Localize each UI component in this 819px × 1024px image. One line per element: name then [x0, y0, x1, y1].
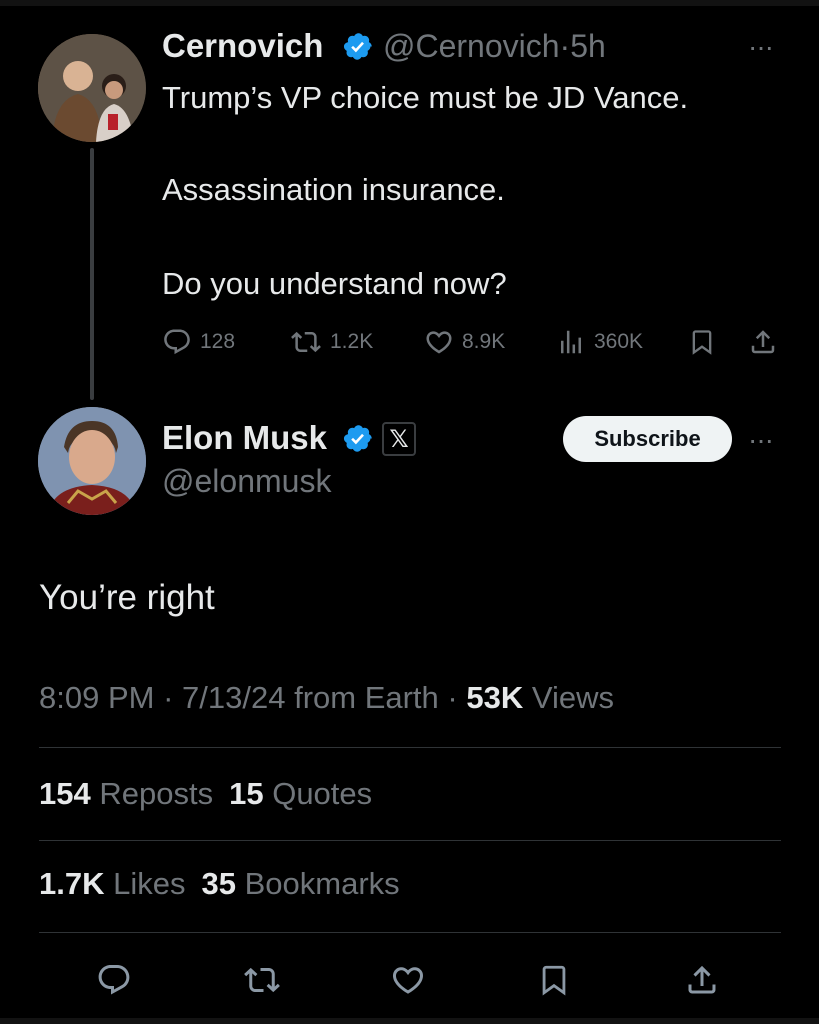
thread-connector: [90, 148, 94, 400]
meta-separator: ·: [154, 680, 183, 715]
likes-label: Likes: [113, 866, 186, 901]
bookmarks-count: 35: [201, 866, 236, 901]
tweet-time[interactable]: 8:09 PM: [39, 680, 154, 715]
cernovich-avatar[interactable]: [38, 34, 146, 142]
tweet-date[interactable]: 7/13/24: [182, 680, 285, 715]
likes-stat[interactable]: 1.7K Likes: [39, 866, 185, 901]
bookmark-icon: [542, 965, 566, 996]
main-author-handle[interactable]: @elonmusk: [162, 463, 331, 500]
views-icon: [561, 330, 581, 354]
parent-author-handle[interactable]: @Cernovich·5h: [383, 28, 606, 65]
parent-share-button[interactable]: [748, 327, 778, 357]
reply-icon: [164, 329, 190, 355]
heart-icon: [426, 331, 452, 354]
share-icon: [688, 965, 716, 994]
quotes-count: 15: [229, 776, 264, 811]
parent-repost-count: 1.2K: [330, 330, 374, 353]
main-more-options-icon[interactable]: ···: [748, 426, 774, 454]
tweet-views-count: 53K: [466, 680, 524, 715]
reposts-quotes-row: 154 Reposts 15 Quotes: [39, 776, 372, 812]
parent-like-button[interactable]: 8.9K: [424, 327, 505, 357]
divider: [39, 747, 781, 748]
main-author-name[interactable]: Elon Musk: [162, 419, 327, 457]
quotes-label: Quotes: [272, 776, 373, 811]
like-button[interactable]: [386, 958, 430, 1002]
top-edge: [0, 0, 819, 6]
likes-bookmarks-row: 1.7K Likes 35 Bookmarks: [39, 866, 400, 902]
parent-more-options-icon[interactable]: ···: [748, 33, 774, 61]
verified-badge-icon: [343, 425, 372, 452]
parent-bookmark-button[interactable]: [688, 327, 716, 357]
tweet-meta-line: 8:09 PM · 7/13/24 from Earth · 53K Views: [39, 680, 614, 716]
repost-icon: [244, 967, 280, 993]
meta-separator: ·: [438, 680, 467, 715]
repost-button[interactable]: [240, 958, 284, 1002]
reply-icon: [98, 965, 130, 995]
tweet-source: from Earth: [294, 680, 439, 715]
parent-handle-text[interactable]: @Cernovich: [383, 28, 560, 64]
parent-reply-count: 128: [200, 330, 236, 353]
quotes-stat[interactable]: 15 Quotes: [229, 776, 372, 811]
parent-timestamp[interactable]: 5h: [570, 28, 606, 64]
parent-views-count: 360K: [594, 330, 644, 353]
divider: [39, 840, 781, 841]
subscribe-button[interactable]: Subscribe: [563, 416, 732, 462]
repost-icon: [291, 331, 321, 353]
verified-badge-icon: [343, 33, 372, 60]
reply-button[interactable]: [92, 958, 136, 1002]
reposts-count: 154: [39, 776, 91, 811]
heart-icon: [392, 967, 424, 994]
parent-views-button[interactable]: 360K: [556, 327, 643, 357]
reposts-label: Reposts: [99, 776, 214, 811]
parent-author-name[interactable]: Cernovich: [162, 27, 323, 65]
tweet-views-label: Views: [531, 680, 614, 715]
parent-text-line-2: Assassination insurance.: [162, 172, 505, 207]
bookmark-icon: [692, 330, 712, 355]
bookmarks-label: Bookmarks: [244, 866, 400, 901]
parent-repost-button[interactable]: 1.2K: [290, 327, 373, 357]
parent-like-count: 8.9K: [462, 330, 506, 353]
parent-text-line-1: Trump’s VP choice must be JD Vance.: [162, 80, 689, 115]
parent-reply-button[interactable]: 128: [162, 327, 235, 357]
likes-count: 1.7K: [39, 866, 105, 901]
bookmark-button[interactable]: [532, 958, 576, 1002]
elon-musk-avatar[interactable]: [38, 407, 146, 515]
divider: [39, 932, 781, 933]
bookmarks-stat[interactable]: 35 Bookmarks: [201, 866, 399, 901]
handle-separator: ·: [559, 28, 571, 64]
share-button[interactable]: [680, 958, 724, 1002]
parent-text-line-3: Do you understand now?: [162, 266, 507, 301]
main-tweet-text: You’re right: [39, 578, 215, 617]
bottom-edge: [0, 1018, 819, 1024]
share-icon: [751, 330, 775, 354]
x-affiliate-badge-icon[interactable]: 𝕏: [382, 422, 416, 456]
reposts-stat[interactable]: 154 Reposts: [39, 776, 213, 811]
